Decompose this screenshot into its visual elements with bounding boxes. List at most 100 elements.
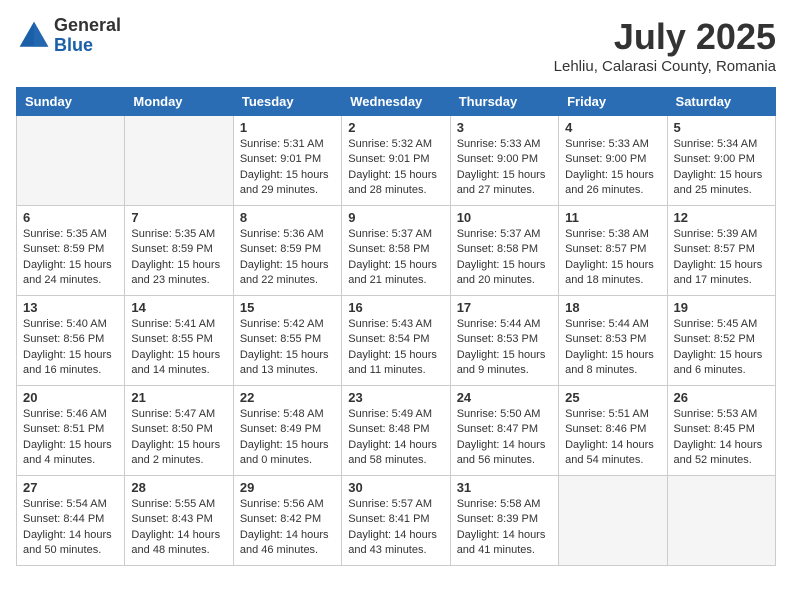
day-info: Sunrise: 5:51 AM Sunset: 8:46 PM Dayligh… (565, 407, 660, 469)
day-number: 3 (457, 120, 552, 135)
day-cell: 8 Sunrise: 5:36 AM Sunset: 8:59 PM Daylig… (233, 206, 341, 296)
day-cell: 1Sunrise: 5:31 AM Sunset: 9:01 PM Daylig… (233, 116, 341, 206)
day-number: 20 (23, 390, 118, 405)
day-cell: 22Sunrise: 5:48 AM Sunset: 8:49 PM Dayli… (233, 386, 341, 476)
day-cell: 26Sunrise: 5:53 AM Sunset: 8:45 PM Dayli… (667, 386, 775, 476)
day-number: 19 (674, 300, 769, 315)
col-header-tuesday: Tuesday (233, 88, 341, 116)
day-cell: 12 Sunrise: 5:39 AM Sunset: 8:57 PM Dayli… (667, 206, 775, 296)
day-cell: 19 Sunrise: 5:45 AM Sunset: 8:52 PM Dayli… (667, 296, 775, 386)
title-block: July 2025 Lehliu, Calarasi County, Roman… (554, 16, 776, 75)
day-number: 28 (131, 480, 226, 495)
day-number: 6 (23, 210, 118, 225)
calendar-table: SundayMondayTuesdayWednesdayThursdayFrid… (16, 87, 776, 566)
day-info: Sunrise: 5:58 AM Sunset: 8:39 PM Dayligh… (457, 497, 552, 559)
day-info: Sunrise: 5:31 AM Sunset: 9:01 PM Dayligh… (240, 137, 335, 199)
day-cell: 5 Sunrise: 5:34 AM Sunset: 9:00 PM Daylig… (667, 116, 775, 206)
day-number: 14 (131, 300, 226, 315)
day-info: Sunrise: 5:48 AM Sunset: 8:49 PM Dayligh… (240, 407, 335, 469)
day-number: 4 (565, 120, 660, 135)
day-number: 9 (348, 210, 443, 225)
col-header-wednesday: Wednesday (342, 88, 450, 116)
week-row-1: 1Sunrise: 5:31 AM Sunset: 9:01 PM Daylig… (17, 116, 776, 206)
day-info: Sunrise: 5:46 AM Sunset: 8:51 PM Dayligh… (23, 407, 118, 469)
day-cell (17, 116, 125, 206)
day-cell: 21 Sunrise: 5:47 AM Sunset: 8:50 PM Dayli… (125, 386, 233, 476)
day-info: Sunrise: 5:37 AM Sunset: 8:58 PM Dayligh… (348, 227, 443, 289)
day-info: Sunrise: 5:38 AM Sunset: 8:57 PM Dayligh… (565, 227, 660, 289)
day-number: 2 (348, 120, 443, 135)
col-header-sunday: Sunday (17, 88, 125, 116)
day-cell: 6 Sunrise: 5:35 AM Sunset: 8:59 PM Daylig… (17, 206, 125, 296)
day-number: 31 (457, 480, 552, 495)
day-number: 27 (23, 480, 118, 495)
day-info: Sunrise: 5:43 AM Sunset: 8:54 PM Dayligh… (348, 317, 443, 379)
day-cell: 13Sunrise: 5:40 AM Sunset: 8:56 PM Dayli… (17, 296, 125, 386)
day-number: 10 (457, 210, 552, 225)
day-info: Sunrise: 5:37 AM Sunset: 8:58 PM Dayligh… (457, 227, 552, 289)
day-info: Sunrise: 5:47 AM Sunset: 8:50 PM Dayligh… (131, 407, 226, 469)
week-row-4: 20 Sunrise: 5:46 AM Sunset: 8:51 PM Dayli… (17, 386, 776, 476)
day-info: Sunrise: 5:34 AM Sunset: 9:00 PM Dayligh… (674, 137, 769, 199)
day-cell: 2 Sunrise: 5:32 AM Sunset: 9:01 PM Daylig… (342, 116, 450, 206)
week-row-3: 13Sunrise: 5:40 AM Sunset: 8:56 PM Dayli… (17, 296, 776, 386)
day-info: Sunrise: 5:33 AM Sunset: 9:00 PM Dayligh… (565, 137, 660, 199)
day-cell: 16 Sunrise: 5:43 AM Sunset: 8:54 PM Dayli… (342, 296, 450, 386)
day-number: 21 (131, 390, 226, 405)
header-row: SundayMondayTuesdayWednesdayThursdayFrid… (17, 88, 776, 116)
day-cell: 10 Sunrise: 5:37 AM Sunset: 8:58 PM Dayli… (450, 206, 558, 296)
day-info: Sunrise: 5:45 AM Sunset: 8:52 PM Dayligh… (674, 317, 769, 379)
day-info: Sunrise: 5:54 AM Sunset: 8:44 PM Dayligh… (23, 497, 118, 559)
day-number: 5 (674, 120, 769, 135)
day-info: Sunrise: 5:33 AM Sunset: 9:00 PM Dayligh… (457, 137, 552, 199)
day-cell: 11 Sunrise: 5:38 AM Sunset: 8:57 PM Dayli… (559, 206, 667, 296)
day-cell: 25 Sunrise: 5:51 AM Sunset: 8:46 PM Dayli… (559, 386, 667, 476)
month-year-title: July 2025 (554, 16, 776, 58)
day-info: Sunrise: 5:32 AM Sunset: 9:01 PM Dayligh… (348, 137, 443, 199)
day-cell: 3 Sunrise: 5:33 AM Sunset: 9:00 PM Daylig… (450, 116, 558, 206)
day-number: 7 (131, 210, 226, 225)
day-number: 23 (348, 390, 443, 405)
logo: General Blue (16, 16, 121, 56)
day-cell: 7 Sunrise: 5:35 AM Sunset: 8:59 PM Daylig… (125, 206, 233, 296)
day-cell (125, 116, 233, 206)
day-number: 29 (240, 480, 335, 495)
day-cell: 9 Sunrise: 5:37 AM Sunset: 8:58 PM Daylig… (342, 206, 450, 296)
logo-text: General Blue (54, 16, 121, 56)
day-cell: 29 Sunrise: 5:56 AM Sunset: 8:42 PM Dayli… (233, 476, 341, 566)
day-info: Sunrise: 5:56 AM Sunset: 8:42 PM Dayligh… (240, 497, 335, 559)
col-header-thursday: Thursday (450, 88, 558, 116)
day-cell: 14 Sunrise: 5:41 AM Sunset: 8:55 PM Dayli… (125, 296, 233, 386)
day-number: 25 (565, 390, 660, 405)
day-cell: 28 Sunrise: 5:55 AM Sunset: 8:43 PM Dayli… (125, 476, 233, 566)
day-info: Sunrise: 5:41 AM Sunset: 8:55 PM Dayligh… (131, 317, 226, 379)
day-info: Sunrise: 5:42 AM Sunset: 8:55 PM Dayligh… (240, 317, 335, 379)
day-info: Sunrise: 5:36 AM Sunset: 8:59 PM Dayligh… (240, 227, 335, 289)
day-cell: 30Sunrise: 5:57 AM Sunset: 8:41 PM Dayli… (342, 476, 450, 566)
day-number: 15 (240, 300, 335, 315)
day-cell: 24Sunrise: 5:50 AM Sunset: 8:47 PM Dayli… (450, 386, 558, 476)
day-info: Sunrise: 5:40 AM Sunset: 8:56 PM Dayligh… (23, 317, 118, 379)
col-header-friday: Friday (559, 88, 667, 116)
day-info: Sunrise: 5:35 AM Sunset: 8:59 PM Dayligh… (23, 227, 118, 289)
day-info: Sunrise: 5:39 AM Sunset: 8:57 PM Dayligh… (674, 227, 769, 289)
day-number: 12 (674, 210, 769, 225)
day-cell: 15 Sunrise: 5:42 AM Sunset: 8:55 PM Dayli… (233, 296, 341, 386)
day-number: 17 (457, 300, 552, 315)
location-subtitle: Lehliu, Calarasi County, Romania (554, 58, 776, 75)
day-cell: 18Sunrise: 5:44 AM Sunset: 8:53 PM Dayli… (559, 296, 667, 386)
day-cell (667, 476, 775, 566)
day-number: 30 (348, 480, 443, 495)
day-info: Sunrise: 5:55 AM Sunset: 8:43 PM Dayligh… (131, 497, 226, 559)
day-cell: 17 Sunrise: 5:44 AM Sunset: 8:53 PM Dayli… (450, 296, 558, 386)
day-info: Sunrise: 5:44 AM Sunset: 8:53 PM Dayligh… (457, 317, 552, 379)
day-number: 11 (565, 210, 660, 225)
day-number: 16 (348, 300, 443, 315)
day-info: Sunrise: 5:44 AM Sunset: 8:53 PM Dayligh… (565, 317, 660, 379)
week-row-2: 6 Sunrise: 5:35 AM Sunset: 8:59 PM Daylig… (17, 206, 776, 296)
day-info: Sunrise: 5:35 AM Sunset: 8:59 PM Dayligh… (131, 227, 226, 289)
day-info: Sunrise: 5:53 AM Sunset: 8:45 PM Dayligh… (674, 407, 769, 469)
col-header-saturday: Saturday (667, 88, 775, 116)
day-cell: 23Sunrise: 5:49 AM Sunset: 8:48 PM Dayli… (342, 386, 450, 476)
day-number: 8 (240, 210, 335, 225)
